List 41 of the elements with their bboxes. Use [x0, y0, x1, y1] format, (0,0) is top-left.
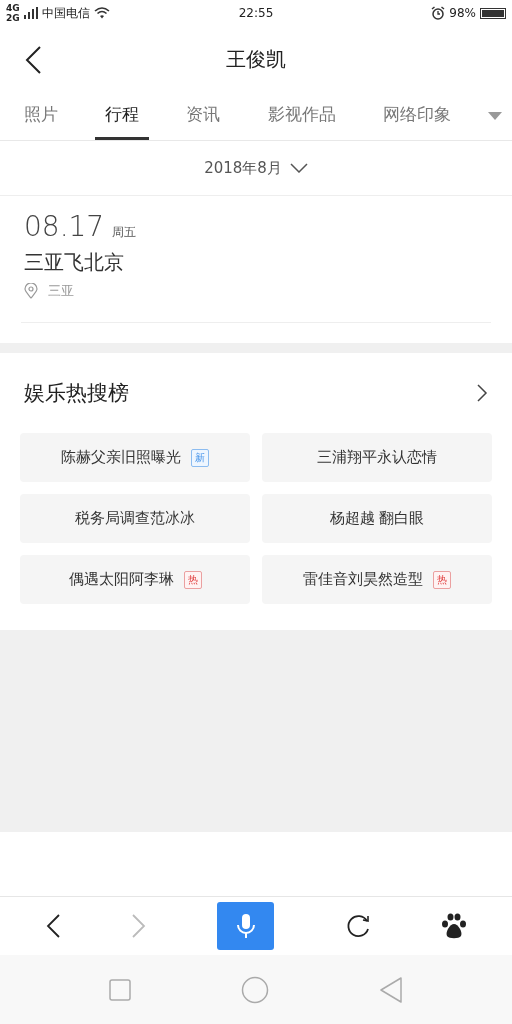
- network-label: 4G: [6, 3, 20, 13]
- battery-percent: 98%: [449, 6, 476, 20]
- wifi-icon: [93, 7, 110, 19]
- home-icon[interactable]: [241, 975, 269, 1004]
- dropdown-icon[interactable]: [487, 112, 502, 120]
- event-title: 三亚飞北京: [24, 249, 125, 276]
- recent-apps-icon[interactable]: [109, 978, 131, 1001]
- tab[interactable]: 行程: [95, 92, 150, 140]
- back-icon[interactable]: [24, 45, 42, 75]
- network-label: 2G: [6, 13, 20, 23]
- voice-button[interactable]: [217, 902, 275, 950]
- tab[interactable]: 影视作品: [257, 92, 346, 140]
- tab[interactable]: 照片: [14, 92, 68, 140]
- event-location: 三亚: [48, 282, 74, 300]
- month-picker[interactable]: 2018年8月: [198, 157, 314, 179]
- page-title: 王俊凯: [226, 45, 286, 73]
- hot-search-item[interactable]: 偶遇太阳阿李琳 热: [20, 555, 250, 604]
- tag-badge: 热: [433, 570, 451, 589]
- hot-search-item[interactable]: 三浦翔平永认恋情: [262, 433, 492, 482]
- tab[interactable]: 资讯: [176, 92, 231, 140]
- hot-search-item[interactable]: 杨超越 翻白眼: [262, 494, 492, 543]
- tab[interactable]: 网络印象: [372, 92, 461, 140]
- event-date: 08.17: [24, 210, 105, 243]
- tag-badge: 热: [183, 570, 202, 589]
- chevron-right-icon[interactable]: [476, 383, 488, 403]
- location-pin-icon: [24, 283, 38, 299]
- event-weekday: 周五: [112, 224, 137, 241]
- chevron-down-icon: [289, 163, 308, 173]
- hot-search-item[interactable]: 陈赫父亲旧照曝光 新: [20, 433, 250, 482]
- back-icon[interactable]: [45, 913, 62, 939]
- hot-search-item[interactable]: 税务局调查范冰冰: [20, 494, 250, 543]
- microphone-icon: [235, 913, 256, 939]
- signal-icon: [23, 7, 38, 19]
- battery-icon: [480, 7, 506, 19]
- paw-icon[interactable]: [440, 913, 467, 939]
- alarm-icon: [431, 6, 446, 20]
- carrier-name: 中国电信: [41, 4, 90, 22]
- hot-search-item[interactable]: 雷佳音刘昊然造型 热: [262, 555, 492, 604]
- section-title: 娱乐热搜榜: [24, 380, 129, 407]
- clock-time: 22:55: [238, 6, 274, 20]
- tag-badge: 新: [191, 448, 209, 467]
